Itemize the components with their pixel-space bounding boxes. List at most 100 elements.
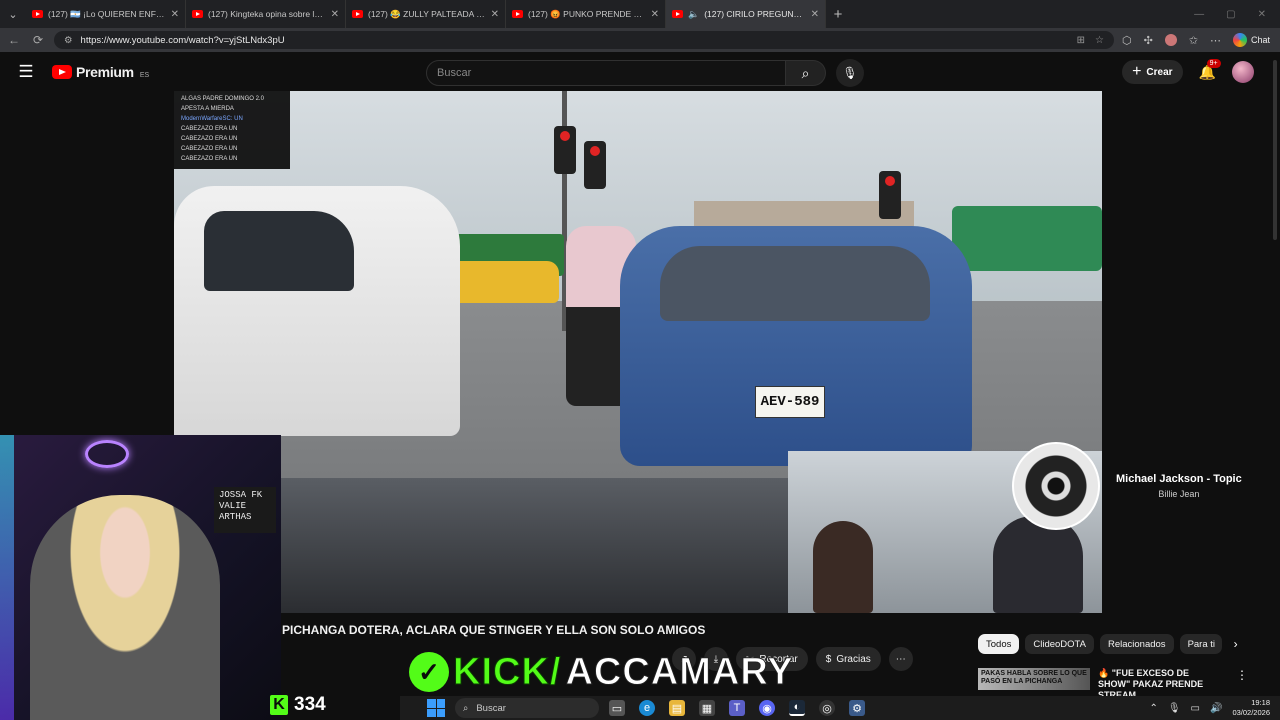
avatar[interactable] — [1232, 61, 1254, 83]
copilot-icon — [1233, 33, 1248, 47]
tab-title: (127) CIRILO PREGUNTA A VE — [704, 9, 805, 19]
chat-line: ModernWarfareSC: UN — [181, 116, 243, 122]
create-label: Crear — [1146, 66, 1173, 78]
youtube-favicon-icon — [672, 10, 683, 18]
chat-line: ALGAS PADRE DOMINGO 2.0 — [181, 96, 264, 102]
more-actions-button[interactable]: ⋯ — [888, 647, 913, 671]
browser-tab[interactable]: (127) Kingteka opina sobre la me ✕ — [186, 0, 346, 28]
recommendation-chips: Todos ClideoDOTA Relacionados Para ti › — [978, 634, 1238, 654]
create-button[interactable]: + Crear — [1122, 60, 1183, 84]
super-thanks-icon: $ — [825, 653, 832, 665]
voice-search-button[interactable]: 🎙 — [836, 59, 864, 87]
youtube-favicon-icon — [352, 10, 363, 18]
search-button[interactable]: ⌕ — [786, 60, 826, 86]
kick-logo-icon: K — [270, 695, 288, 715]
settings-gear-icon[interactable]: ⚙ — [849, 700, 865, 716]
extension-icon[interactable]: ⬡ — [1122, 34, 1132, 47]
tab-title: (127) Kingteka opina sobre la me — [208, 9, 326, 19]
menu-icon[interactable]: ☰ — [0, 62, 52, 82]
chat-line: CABEZAZO ERA UN — [181, 126, 238, 132]
bookmark-star-icon[interactable]: ☆ — [1095, 35, 1104, 46]
back-arrow-icon[interactable]: ← — [6, 33, 22, 47]
tab-title: (127) 🇦🇷 ¡Lo QUIEREN ENFRIAR! — [48, 8, 166, 19]
task-view-icon[interactable]: ▭ — [609, 700, 625, 716]
chat-line: CABEZAZO ERA UN — [181, 156, 238, 162]
close-tab-icon[interactable]: ✕ — [171, 9, 179, 20]
related-thumbnail[interactable]: PAKAS HABLA SOBRE LO QUE PASÓ EN LA PICH… — [978, 668, 1090, 690]
teams-icon[interactable]: T — [729, 700, 745, 716]
speaker-icon[interactable]: 🔈 — [688, 9, 699, 20]
browser-tab[interactable]: (127) 😂 ZULLY PALTEADA ENCUE ✕ — [346, 0, 506, 28]
tab-list-chevron-icon[interactable]: ⌄ — [0, 0, 26, 28]
chip-all[interactable]: Todos — [978, 634, 1020, 654]
search-input[interactable] — [426, 60, 786, 86]
taskbar-search-label: Buscar — [476, 702, 506, 714]
discord-icon[interactable]: ◉ — [759, 700, 775, 716]
search-bar: ⌕ 🎙 — [426, 59, 864, 87]
chip-for-you[interactable]: Para ti — [1179, 634, 1222, 654]
close-tab-icon[interactable]: ✕ — [651, 9, 659, 20]
more-menu-icon[interactable]: ⋯ — [1210, 34, 1221, 47]
chat-line: CABEZAZO ERA UN — [181, 146, 238, 152]
logo-text: Premium — [76, 64, 134, 80]
chevron-right-icon[interactable]: › — [1234, 637, 1238, 651]
browser-tab[interactable]: (127) 🇦🇷 ¡Lo QUIEREN ENFRIAR! ✕ — [26, 0, 186, 28]
url-field[interactable]: ⚙ https://www.youtube.com/watch?v=yjStLN… — [54, 31, 1114, 49]
browser-tab-active[interactable]: 🔈 (127) CIRILO PREGUNTA A VE ✕ — [666, 0, 826, 28]
extensions-puzzle-icon[interactable]: ✣ — [1144, 34, 1153, 47]
favorites-icon[interactable]: ✩ — [1189, 34, 1198, 47]
calculator-icon[interactable]: ▦ — [699, 700, 715, 716]
browser-tab[interactable]: (127) 😡 PUNKO PRENDE STREAM ✕ — [506, 0, 666, 28]
site-info-icon[interactable]: ⚙ — [64, 35, 73, 46]
chip-channel[interactable]: ClideoDOTA — [1025, 634, 1094, 654]
volume-icon[interactable]: 🔊 — [1210, 703, 1222, 714]
kick-word: KICK/ — [452, 650, 562, 693]
video-blue-car: AEV-589 — [620, 226, 972, 466]
music-artist: Michael Jackson - Topic — [1116, 473, 1242, 485]
video-player[interactable]: AEV-589 — [174, 91, 1102, 613]
profile-avatar[interactable] — [1164, 34, 1177, 46]
network-icon[interactable]: ▭ — [1191, 703, 1200, 714]
copilot-chat-button[interactable]: Chat — [1233, 33, 1270, 47]
vinyl-record-icon — [1012, 442, 1100, 530]
kick-channel-name: ACCAMARY — [565, 650, 794, 693]
window-controls: — ▢ ✕ — [1194, 9, 1280, 20]
youtube-favicon-icon — [32, 10, 43, 18]
minimize-icon[interactable]: — — [1194, 9, 1204, 20]
file-explorer-icon[interactable]: ▤ — [669, 700, 685, 716]
thanks-button[interactable]: $ Gracias — [815, 647, 881, 671]
traffic-light — [554, 126, 576, 174]
video-white-car — [174, 186, 460, 436]
youtube-play-icon — [52, 65, 72, 79]
steam-icon[interactable]: ◐ — [789, 700, 805, 716]
chip-related[interactable]: Relacionados — [1099, 634, 1174, 654]
music-card: Michael Jackson - Topic Billie Jean — [1012, 442, 1242, 530]
viewer-counter: K 334 — [270, 694, 326, 716]
scrollbar[interactable] — [1273, 60, 1277, 240]
install-app-icon[interactable]: ⊞ — [1077, 35, 1085, 46]
more-icon: ⋯ — [895, 653, 906, 665]
start-button[interactable] — [427, 699, 445, 717]
close-tab-icon[interactable]: ✕ — [811, 9, 819, 20]
new-tab-button[interactable]: + — [826, 6, 850, 23]
notifications-button[interactable]: 🔔 9+ — [1199, 58, 1221, 81]
youtube-logo[interactable]: Premium ES — [52, 64, 149, 80]
clock[interactable]: 19:18 03/02/2026 — [1232, 698, 1270, 718]
edge-icon[interactable]: e — [639, 700, 655, 716]
obs-icon[interactable]: ◎ — [819, 700, 835, 716]
close-tab-icon[interactable]: ✕ — [491, 9, 499, 20]
youtube-favicon-icon — [192, 10, 203, 18]
neon-light — [0, 435, 14, 720]
microphone-icon[interactable]: 🎙 — [1168, 703, 1181, 714]
maximize-icon[interactable]: ▢ — [1226, 9, 1235, 20]
region-code: ES — [139, 72, 150, 79]
chevron-up-icon[interactable]: ⌃ — [1149, 703, 1157, 714]
close-window-icon[interactable]: ✕ — [1258, 9, 1266, 20]
video-bus — [952, 206, 1102, 271]
reload-icon[interactable]: ⟳ — [30, 33, 46, 47]
streamer-webcam: JOSSA FK VALIE ARTHAS — [0, 435, 281, 720]
taskbar-search[interactable]: ⌕ Buscar — [455, 698, 599, 718]
wall-sign: JOSSA FK VALIE ARTHAS — [214, 487, 276, 533]
close-tab-icon[interactable]: ✕ — [331, 9, 339, 20]
search-icon: ⌕ — [463, 702, 469, 714]
